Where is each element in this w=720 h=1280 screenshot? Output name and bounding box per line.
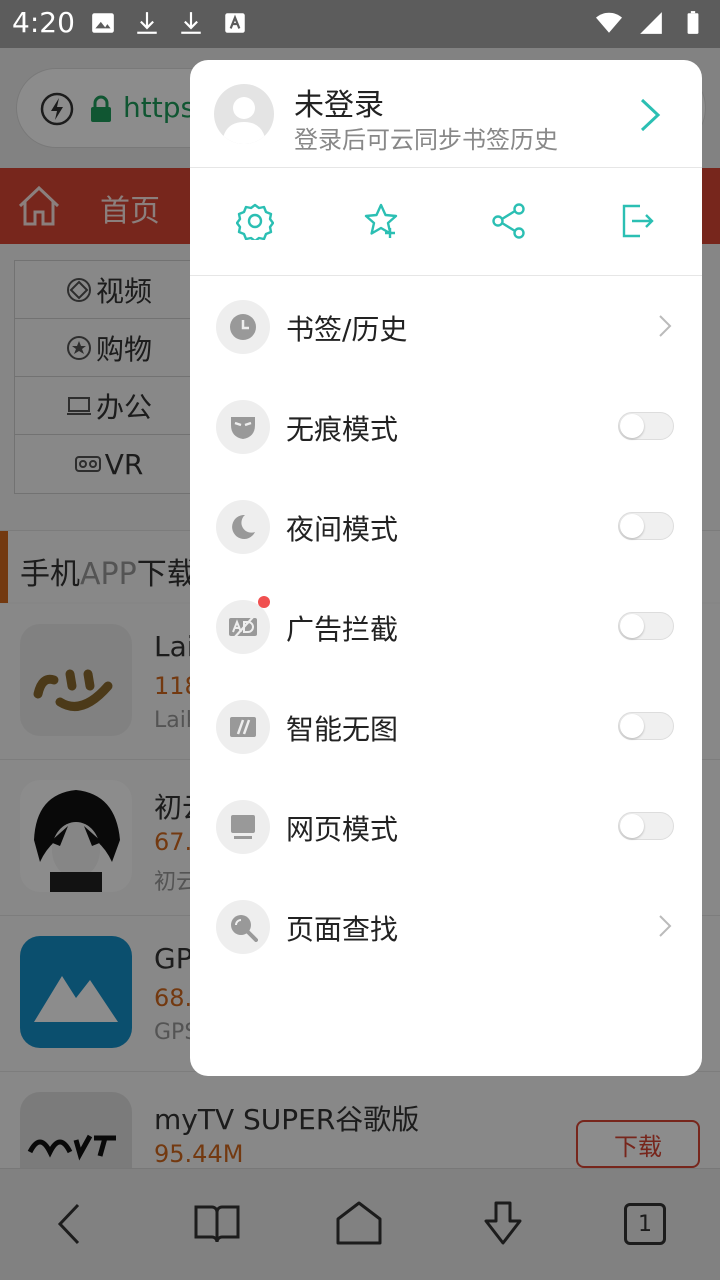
menu-item-night-mode[interactable]: 夜间模式	[190, 476, 702, 576]
menu-item-ad-block[interactable]: 广告拦截	[190, 576, 702, 676]
search-icon	[231, 915, 258, 942]
chevron-right-icon	[659, 915, 672, 937]
toggle-knob	[620, 514, 644, 538]
menu-item-label: 智能无图	[286, 713, 399, 746]
no-image-toggle[interactable]	[618, 712, 674, 740]
menu-item-incognito[interactable]: 无痕模式	[190, 376, 702, 476]
incognito-toggle[interactable]	[618, 412, 674, 440]
signal-icon	[640, 12, 662, 34]
desktop-icon	[231, 815, 255, 839]
menu-item-bookmarks-history[interactable]: 书签/历史	[190, 276, 702, 376]
menu-item-icon	[216, 400, 270, 454]
menu-item-desktop-mode[interactable]: 网页模式	[190, 776, 702, 876]
menu-item-icon	[216, 900, 270, 954]
wifi-icon	[596, 12, 622, 33]
menu-item-icon	[216, 800, 270, 854]
toggle-knob	[620, 614, 644, 638]
quick-actions	[190, 168, 702, 276]
night-mode-toggle[interactable]	[618, 512, 674, 540]
toggle-knob	[620, 414, 644, 438]
settings-button[interactable]	[230, 196, 280, 246]
share-button[interactable]	[484, 196, 534, 246]
ad-block-toggle[interactable]	[618, 612, 674, 640]
status-time: 4:20	[12, 6, 75, 39]
menu-item-icon	[216, 500, 270, 554]
menu-item-icon	[216, 700, 270, 754]
moon-icon	[232, 514, 255, 539]
status-bar: 4:20	[0, 0, 720, 48]
menu-item-label: 页面查找	[286, 913, 399, 946]
font-icon	[225, 13, 245, 33]
chevron-right-icon	[640, 98, 661, 132]
gear-icon	[236, 203, 274, 240]
exit-icon	[622, 204, 654, 238]
login-title: 未登录	[294, 88, 384, 123]
toggle-knob	[620, 714, 644, 738]
share-icon	[492, 203, 525, 239]
clock-icon	[230, 314, 256, 340]
system-icons	[596, 10, 706, 36]
notification-badge	[258, 596, 270, 608]
login-row[interactable]: 未登录 登录后可云同步书签历史	[190, 60, 702, 168]
star-plus-icon	[364, 203, 398, 238]
main-menu: 未登录 登录后可云同步书签历史 书签/历史 无痕模式 夜间模式 广告拦截 智能无…	[190, 60, 702, 1076]
menu-item-label: 无痕模式	[286, 413, 399, 446]
desktop-mode-toggle[interactable]	[618, 812, 674, 840]
menu-item-icon	[216, 600, 270, 654]
exit-button[interactable]	[612, 196, 662, 246]
menu-item-label: 广告拦截	[286, 613, 399, 646]
toggle-knob	[620, 814, 644, 838]
notification-icons	[90, 10, 248, 36]
add-bookmark-button[interactable]	[356, 196, 406, 246]
download-icon	[137, 12, 157, 34]
avatar	[214, 84, 274, 144]
battery-icon	[687, 11, 699, 34]
menu-item-label: 书签/历史	[286, 313, 408, 346]
menu-item-label: 夜间模式	[286, 513, 399, 546]
menu-item-icon	[216, 300, 270, 354]
ad-block-icon	[229, 615, 257, 639]
menu-item-find-in-page[interactable]: 页面查找	[190, 876, 702, 976]
download-icon	[181, 12, 201, 34]
menu-item-label: 网页模式	[286, 813, 399, 846]
menu-item-no-image[interactable]: 智能无图	[190, 676, 702, 776]
avatar-placeholder-icon	[222, 97, 266, 144]
image-icon	[92, 13, 114, 33]
mask-icon	[231, 417, 255, 439]
login-subtitle: 登录后可云同步书签历史	[294, 126, 558, 154]
chevron-right-icon	[659, 315, 672, 337]
no-image-icon	[230, 717, 256, 737]
